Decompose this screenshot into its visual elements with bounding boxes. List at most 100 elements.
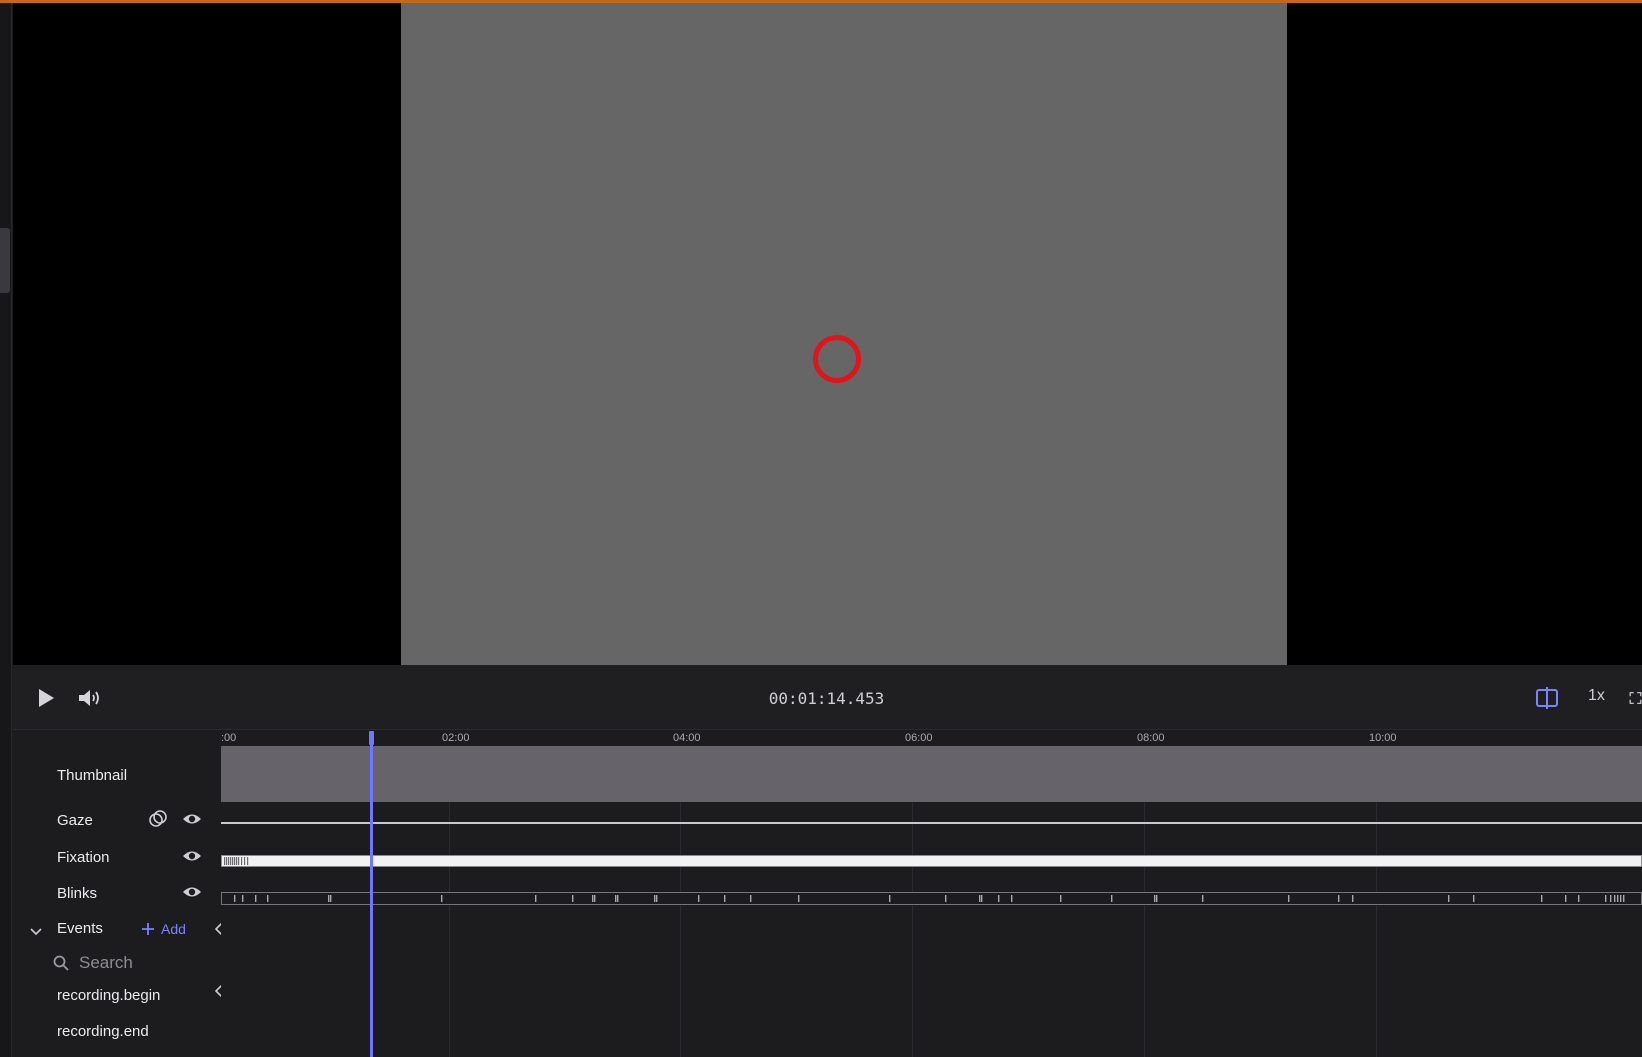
blink-mark <box>1011 895 1013 902</box>
blink-mark <box>615 895 617 902</box>
fixation-mark <box>230 857 232 865</box>
blink-mark <box>617 895 619 902</box>
split-view-button[interactable] <box>1533 683 1561 713</box>
gaze-track-actions <box>148 809 202 829</box>
fixation-marks <box>224 857 249 865</box>
video-viewport[interactable] <box>13 3 1642 665</box>
blink-mark <box>1610 895 1612 902</box>
track-label-blinks: Blinks <box>57 885 98 902</box>
ruler-tick-label: 10:00 <box>1369 732 1397 744</box>
fixation-mark <box>244 857 246 865</box>
gaze-track[interactable] <box>221 822 1642 824</box>
ruler-tick-label: 04:00 <box>673 732 701 744</box>
track-label-gaze: Gaze <box>57 812 93 829</box>
overlay-icon[interactable] <box>148 809 168 829</box>
scene-video-frame <box>401 3 1287 665</box>
sidebar-scroll-handle[interactable] <box>0 228 10 293</box>
blink-mark <box>1288 895 1290 902</box>
fixation-mark <box>226 857 228 865</box>
thumbnail-track[interactable] <box>221 746 1642 802</box>
timeline-panel[interactable]: :00 02:00 04:00 06:00 08:00 10:00 <box>221 731 1642 1057</box>
blink-mark <box>1111 895 1113 902</box>
blink-mark <box>1448 895 1450 902</box>
blink-mark <box>945 895 947 902</box>
blink-mark <box>1352 895 1354 902</box>
blink-mark <box>234 895 236 902</box>
blink-mark <box>1605 895 1607 902</box>
blink-mark <box>328 895 330 902</box>
blink-mark <box>441 895 443 902</box>
time-ruler[interactable]: :00 02:00 04:00 06:00 08:00 10:00 <box>221 731 1642 746</box>
ruler-tick-label: :00 <box>221 732 237 744</box>
fixation-mark <box>241 857 243 865</box>
volume-button[interactable] <box>75 683 105 713</box>
blink-mark <box>1541 895 1543 902</box>
fullscreen-button[interactable] <box>1629 685 1642 711</box>
blink-marks <box>234 895 1625 902</box>
event-search <box>53 953 199 973</box>
playhead[interactable] <box>369 731 374 1057</box>
event-item-recording-begin[interactable]: recording.begin <box>57 987 160 1004</box>
blink-mark <box>267 895 269 902</box>
blink-mark <box>981 895 983 902</box>
fullscreen-icon <box>1629 692 1642 704</box>
play-button[interactable] <box>33 683 59 713</box>
blink-mark <box>1614 895 1616 902</box>
event-item-recording-end[interactable]: recording.end <box>57 1023 149 1040</box>
left-sidebar-strip <box>0 3 12 1057</box>
blink-mark <box>979 895 981 902</box>
ruler-tick-label: 02:00 <box>442 732 470 744</box>
blink-mark <box>798 895 800 902</box>
blink-mark <box>750 895 752 902</box>
blink-mark <box>1623 895 1625 902</box>
timecode: 00:01:14.453 <box>768 689 885 708</box>
blink-mark <box>330 895 332 902</box>
time-display: 00:01:14.453 <box>13 689 1642 708</box>
fixation-mark <box>224 857 226 865</box>
split-view-icon <box>1536 687 1558 709</box>
eye-icon[interactable] <box>182 884 202 900</box>
blink-mark <box>594 895 596 902</box>
blink-mark <box>1620 895 1622 902</box>
track-labels-panel: Thumbnail Gaze Fixation Blinks Events Ad… <box>13 731 227 1057</box>
play-icon <box>39 689 54 707</box>
playback-speed[interactable]: 1x <box>1588 687 1605 705</box>
blink-mark <box>656 895 658 902</box>
add-label: Add <box>161 921 186 937</box>
blink-mark <box>698 895 700 902</box>
fixation-mark <box>234 857 236 865</box>
blink-mark <box>889 895 891 902</box>
fixation-track[interactable] <box>221 855 1642 867</box>
blink-mark <box>1473 895 1475 902</box>
blink-mark <box>1338 895 1340 902</box>
eye-icon[interactable] <box>182 811 202 827</box>
track-label-thumbnail: Thumbnail <box>57 767 128 784</box>
ruler-tick-label: 08:00 <box>1137 732 1165 744</box>
ruler-tick-label: 06:00 <box>905 732 933 744</box>
add-event-button[interactable]: Add <box>141 921 186 937</box>
blink-mark <box>592 895 594 902</box>
fixation-mark <box>232 857 234 865</box>
player-controls: 00:01:14.453 1x <box>13 665 1642 730</box>
blink-mark <box>1156 895 1158 902</box>
search-icon <box>53 955 69 971</box>
chevron-down-icon[interactable] <box>29 927 43 937</box>
fixation-mark <box>247 857 249 865</box>
blink-mark <box>1154 895 1156 902</box>
blink-mark <box>724 895 726 902</box>
track-label-fixation: Fixation <box>57 849 110 866</box>
fixation-mark <box>238 857 240 865</box>
blink-mark <box>998 895 1000 902</box>
volume-icon <box>79 690 99 706</box>
blinks-track[interactable] <box>221 892 1642 905</box>
search-input[interactable] <box>79 953 199 973</box>
fixation-mark <box>228 857 230 865</box>
events-header: Events <box>57 920 103 937</box>
eye-icon[interactable] <box>182 848 202 864</box>
blink-mark <box>1578 895 1580 902</box>
blink-mark <box>1060 895 1062 902</box>
blink-mark <box>255 895 257 902</box>
blink-mark <box>1202 895 1204 902</box>
fixation-mark <box>236 857 238 865</box>
blink-mark <box>535 895 537 902</box>
